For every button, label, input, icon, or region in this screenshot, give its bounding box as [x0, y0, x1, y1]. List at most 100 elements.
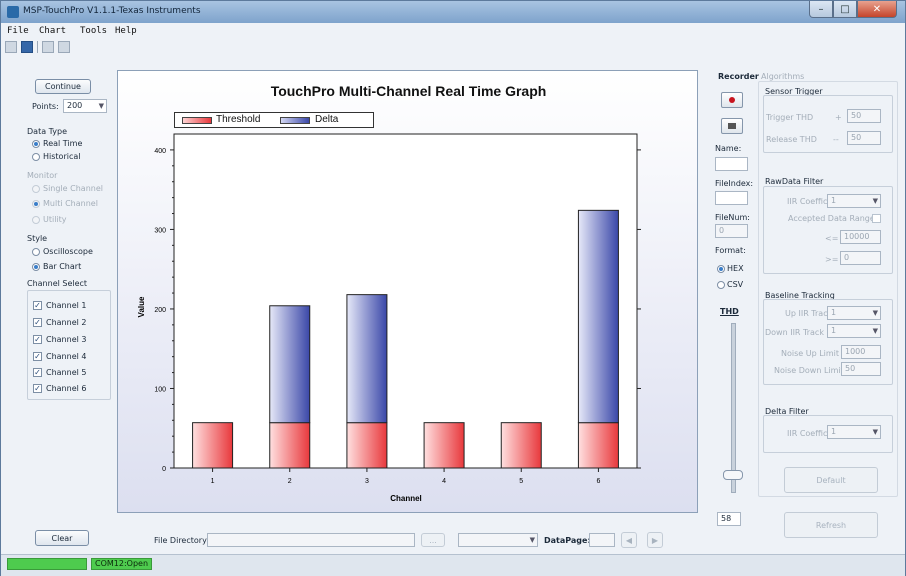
bar-chart-radio[interactable]	[32, 263, 40, 271]
chevron-down-icon: ▼	[529, 536, 535, 544]
plot-area	[173, 133, 638, 469]
historical-label: Historical	[43, 152, 81, 161]
connect-icon[interactable]	[42, 41, 54, 53]
minimize-icon[interactable]: –	[809, 1, 833, 18]
bar-chart-svg: 1 2 3 4 5 6 0 100 200 300 400 Value Channel	[137, 133, 641, 503]
chevron-down-icon: ▼	[872, 327, 878, 335]
bar-chart-label: Bar Chart	[43, 262, 82, 271]
prev-page-icon[interactable]: ◀	[621, 532, 637, 548]
menu-help[interactable]: Help	[115, 26, 137, 36]
channel-3-checkbox[interactable]: ✓	[33, 335, 42, 344]
save-icon[interactable]	[21, 41, 33, 53]
chevron-down-icon: ▼	[98, 102, 104, 110]
new-icon[interactable]	[5, 41, 17, 53]
iir-coefficient-value: 1	[831, 196, 837, 205]
multi-channel-radio[interactable]	[32, 200, 40, 208]
name-input[interactable]	[715, 157, 748, 171]
chevron-down-icon: ▼	[872, 428, 878, 436]
menu-chart[interactable]: Chart	[39, 26, 66, 36]
datapage-label: DataPage:	[544, 536, 591, 545]
record-icon	[729, 97, 735, 103]
hex-radio[interactable]	[717, 265, 725, 273]
csv-label: CSV	[727, 280, 744, 289]
channel-6-label: Channel 6	[46, 384, 87, 393]
channel-2-checkbox[interactable]: ✓	[33, 318, 42, 327]
noise-up-input[interactable]: 1000	[841, 345, 881, 359]
browse-button[interactable]: ...	[421, 533, 445, 547]
algorithms-label: Algorithms	[761, 72, 805, 81]
threshold-bar-4	[423, 422, 465, 469]
thd-slider-track[interactable]	[731, 323, 736, 493]
release-sign: --	[833, 135, 839, 144]
menu-tools[interactable]: Tools	[80, 26, 107, 36]
thd-value-input[interactable]: 58	[717, 512, 741, 526]
toolbar-separator	[37, 41, 38, 53]
data-type-label: Data Type	[27, 127, 68, 136]
historical-radio[interactable]	[32, 153, 40, 161]
delta-iir-value: 1	[831, 427, 837, 436]
record-button[interactable]	[721, 92, 743, 108]
channel-1-checkbox[interactable]: ✓	[33, 301, 42, 310]
filenum-label: FileNum:	[715, 213, 750, 222]
threshold-bar-5	[500, 422, 542, 469]
hex-label: HEX	[727, 264, 744, 273]
name-label: Name:	[715, 144, 742, 153]
y-axis-label: Value	[137, 296, 146, 317]
maximize-icon[interactable]: □	[833, 1, 857, 18]
x-axis-label: Channel	[390, 494, 422, 503]
channel-6-checkbox[interactable]: ✓	[33, 384, 42, 393]
refresh-button[interactable]: Refresh	[784, 512, 878, 538]
channel-5-label: Channel 5	[46, 368, 87, 377]
accepted-range-checkbox[interactable]	[872, 214, 881, 223]
real-time-label: Real Time	[43, 139, 83, 148]
continue-button[interactable]: Continue	[35, 79, 91, 94]
noise-up-label: Noise Up Limit	[781, 349, 840, 358]
up-iir-value: 1	[831, 308, 837, 317]
csv-radio[interactable]	[717, 281, 725, 289]
default-button[interactable]: Default	[784, 467, 878, 493]
fileindex-input[interactable]	[715, 191, 748, 205]
com-port-status: COM12:Open	[91, 558, 153, 570]
real-time-radio[interactable]	[32, 140, 40, 148]
down-iir-select[interactable]: 1 ▼	[827, 324, 881, 338]
next-page-icon[interactable]: ▶	[647, 532, 663, 548]
iir-coefficient-select[interactable]: 1 ▼	[827, 194, 881, 208]
close-icon[interactable]: ✕	[857, 1, 897, 18]
channel-5-checkbox[interactable]: ✓	[33, 368, 42, 377]
single-channel-radio[interactable]	[32, 185, 40, 193]
chevron-down-icon: ▼	[872, 197, 878, 205]
recorder-label: Recorder	[718, 72, 759, 81]
rawdata-filter-label: RawData Filter	[765, 177, 824, 186]
noise-down-input[interactable]: 50	[841, 362, 881, 376]
multi-channel-label: Multi Channel	[43, 199, 98, 208]
thd-label: THD	[720, 307, 739, 316]
release-thd-input[interactable]: 50	[847, 131, 881, 145]
file-directory-label: File Directory:	[154, 536, 209, 545]
threshold-bar-1	[192, 422, 234, 469]
single-channel-label: Single Channel	[43, 184, 103, 193]
stop-button[interactable]	[721, 118, 743, 134]
upper-range-input[interactable]: 10000	[840, 230, 881, 244]
settings-icon[interactable]	[58, 41, 70, 53]
thd-slider-handle[interactable]	[723, 470, 743, 480]
utility-radio[interactable]	[32, 216, 40, 224]
file-select[interactable]: ▼	[458, 533, 538, 547]
trigger-thd-input[interactable]: 50	[847, 109, 881, 123]
datapage-input[interactable]	[589, 533, 615, 547]
file-directory-input[interactable]	[207, 533, 415, 547]
up-iir-label: Up IIR Track	[785, 309, 833, 318]
points-label: Points:	[32, 102, 59, 111]
clear-button[interactable]: Clear	[35, 530, 89, 546]
x-tick-label-6: 6	[596, 478, 600, 485]
channel-4-checkbox[interactable]: ✓	[33, 352, 42, 361]
up-iir-select[interactable]: 1 ▼	[827, 306, 881, 320]
oscilloscope-radio[interactable]	[32, 248, 40, 256]
x-tick-label-2: 2	[288, 478, 292, 485]
delta-bar-6	[577, 209, 619, 424]
delta-iir-select[interactable]: 1 ▼	[827, 425, 881, 439]
points-select[interactable]: 200 ▼	[63, 99, 107, 113]
menu-file[interactable]: File	[7, 26, 29, 36]
filenum-input[interactable]: 0	[715, 224, 748, 238]
lower-range-input[interactable]: 0	[840, 251, 881, 265]
threshold-bar-6	[577, 422, 619, 469]
